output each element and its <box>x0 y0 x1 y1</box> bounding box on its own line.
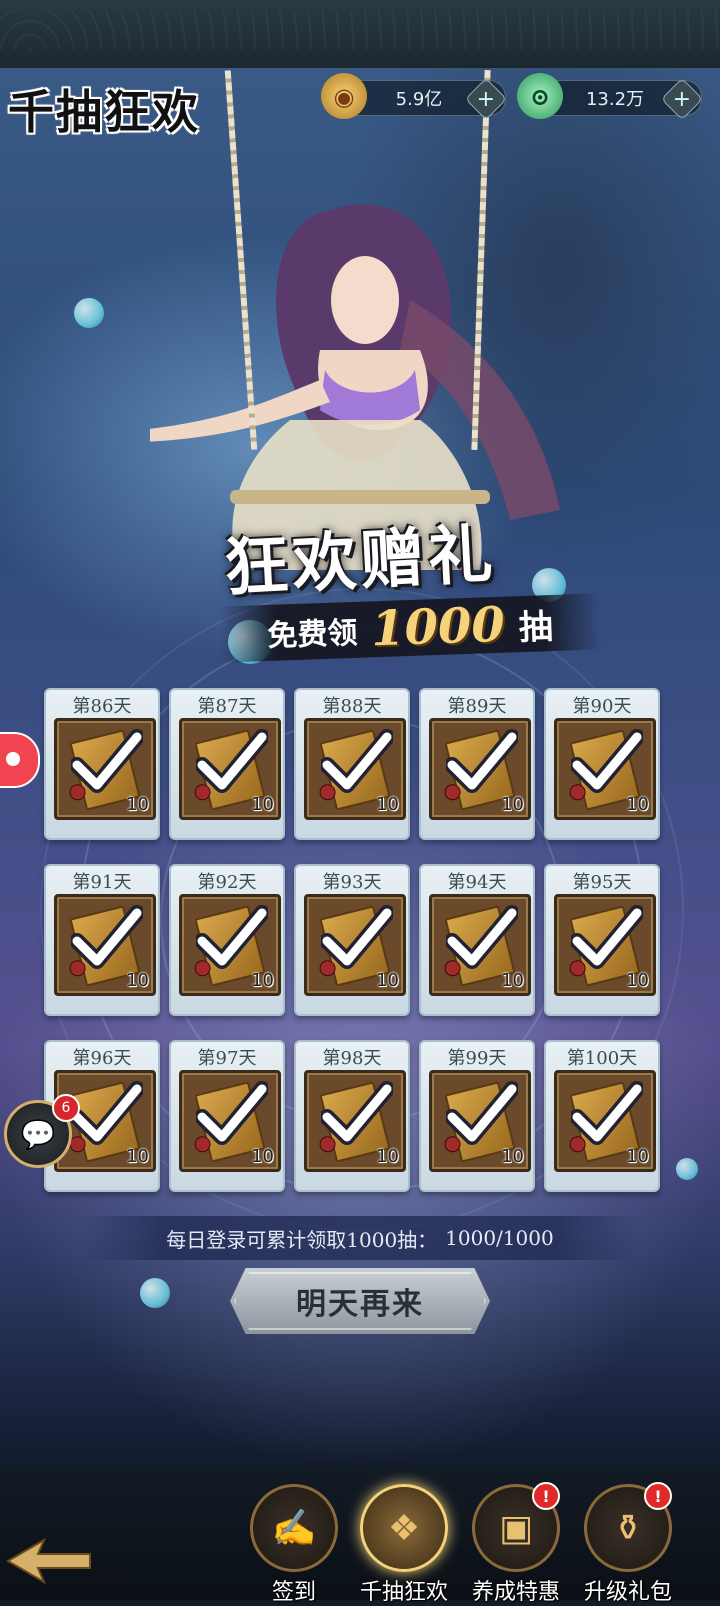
alert-badge: ! <box>532 1482 560 1510</box>
day-card[interactable]: 第90天 10 <box>544 688 660 840</box>
item-quantity: 10 <box>251 794 274 815</box>
day-label: 第92天 <box>197 872 257 893</box>
tab-sign-in[interactable]: ✍ 签到 <box>244 1484 344 1605</box>
copper-coin-icon: ◉ <box>321 73 367 119</box>
alert-badge: ! <box>644 1482 672 1510</box>
day-card[interactable]: 第95天 10 <box>544 864 660 1016</box>
draw-ticket-item: 10 <box>554 894 656 996</box>
status-strip <box>0 0 720 70</box>
day-label: 第88天 <box>322 696 382 717</box>
item-quantity: 10 <box>626 1146 649 1167</box>
draw-ticket-item: 10 <box>179 1070 281 1172</box>
draw-ticket-item: 10 <box>179 894 281 996</box>
copper-coin-value: 5.9亿 <box>395 89 443 110</box>
item-quantity: 10 <box>501 970 524 991</box>
day-label: 第90天 <box>572 696 632 717</box>
day-card[interactable]: 第91天 10 <box>44 864 160 1016</box>
progress-value: 1000/1000 <box>445 1226 554 1250</box>
claimed-check-icon <box>571 729 643 793</box>
claimed-check-icon <box>571 1081 643 1145</box>
item-quantity: 10 <box>376 1146 399 1167</box>
item-quantity: 10 <box>126 1146 149 1167</box>
item-quantity: 10 <box>376 970 399 991</box>
draw-ticket-item: 10 <box>304 718 406 820</box>
claimed-check-icon <box>571 905 643 969</box>
claimed-check-icon <box>446 905 518 969</box>
chat-badge: 6 <box>52 1094 80 1122</box>
login-progress: 每日登录可累计领取1000抽： 1000/1000 <box>80 1216 640 1260</box>
draw-ticket-item: 10 <box>554 718 656 820</box>
day-label: 第100天 <box>566 1048 638 1069</box>
day-label: 第98天 <box>322 1048 382 1069</box>
day-label: 第99天 <box>447 1048 507 1069</box>
draw-ticket-item: 10 <box>304 1070 406 1172</box>
claimed-check-icon <box>196 905 268 969</box>
item-quantity: 10 <box>626 970 649 991</box>
jade-icon: ⊙ <box>517 73 563 119</box>
claimed-check-icon <box>71 729 143 793</box>
day-label: 第87天 <box>197 696 257 717</box>
draw-ticket-item: 10 <box>179 718 281 820</box>
claimed-check-icon <box>196 1081 268 1145</box>
claimed-check-icon <box>321 729 393 793</box>
day-card[interactable]: 第89天 10 <box>419 688 535 840</box>
claimed-check-icon <box>196 729 268 793</box>
item-quantity: 10 <box>626 794 649 815</box>
item-quantity: 10 <box>251 1146 274 1167</box>
progress-label: 每日登录可累计领取1000抽： <box>166 1227 438 1252</box>
day-label: 第93天 <box>322 872 382 893</box>
draw-ticket-item: 10 <box>429 894 531 996</box>
tab-upgrade-pack[interactable]: ⚱ ! 升级礼包 <box>578 1482 678 1605</box>
claimed-check-icon <box>321 905 393 969</box>
treasure-icon: ❖ <box>360 1484 448 1572</box>
copper-coin-counter: ◉ 5.9亿 + <box>321 73 508 121</box>
day-card[interactable]: 第87天 10 <box>169 688 285 840</box>
item-quantity: 10 <box>376 794 399 815</box>
day-label: 第91天 <box>72 872 132 893</box>
day-label: 第89天 <box>447 696 507 717</box>
claimed-check-icon <box>71 1081 143 1145</box>
day-label: 第94天 <box>447 872 507 893</box>
day-card[interactable]: 第86天 10 <box>44 688 160 840</box>
day-label: 第95天 <box>572 872 632 893</box>
draw-ticket-item: 10 <box>429 1070 531 1172</box>
claimed-check-icon <box>446 729 518 793</box>
scroll-icon: ✍ <box>250 1484 338 1572</box>
day-card[interactable]: 第88天 10 <box>294 688 410 840</box>
day-label: 第86天 <box>72 696 132 717</box>
back-arrow-icon[interactable] <box>4 1536 92 1586</box>
day-card[interactable]: 第93天 10 <box>294 864 410 1016</box>
item-quantity: 10 <box>251 970 274 991</box>
day-card[interactable]: 第92天 10 <box>169 864 285 1016</box>
claimed-check-icon <box>446 1081 518 1145</box>
item-quantity: 10 <box>501 1146 524 1167</box>
day-card[interactable]: 第94天 10 <box>419 864 535 1016</box>
claimed-check-icon <box>321 1081 393 1145</box>
draw-ticket-item: 10 <box>54 894 156 996</box>
item-quantity: 10 <box>126 970 149 991</box>
daily-reward-grid: 第86天 10 第87天 10 第88天 10 第89天 10 第90天 10 第91天 10 第92天… <box>44 688 664 1192</box>
day-label: 第97天 <box>197 1048 257 1069</box>
tab-growth-deals[interactable]: ▣ ! 养成特惠 <box>466 1482 566 1605</box>
day-card[interactable]: 第98天 10 <box>294 1040 410 1192</box>
tab-thousand-draws[interactable]: ❖ 千抽狂欢 <box>354 1484 454 1605</box>
come-back-tomorrow-button[interactable]: 明天再来 <box>230 1268 490 1334</box>
day-card[interactable]: 第97天 10 <box>169 1040 285 1192</box>
item-quantity: 10 <box>501 794 524 815</box>
draw-ticket-item: 10 <box>304 894 406 996</box>
jade-value: 13.2万 <box>585 89 645 110</box>
draw-ticket-item: 10 <box>54 718 156 820</box>
item-quantity: 10 <box>126 794 149 815</box>
day-label: 第96天 <box>72 1048 132 1069</box>
draw-ticket-item: 10 <box>429 718 531 820</box>
page-title: 千抽狂欢 <box>8 85 200 139</box>
chat-icon: 💬 <box>20 1117 56 1151</box>
jade-counter: ⊙ 13.2万 + <box>517 73 704 121</box>
day-card[interactable]: 第100天 10 <box>544 1040 660 1192</box>
draw-ticket-item: 10 <box>554 1070 656 1172</box>
claimed-check-icon <box>71 905 143 969</box>
day-card[interactable]: 第99天 10 <box>419 1040 535 1192</box>
